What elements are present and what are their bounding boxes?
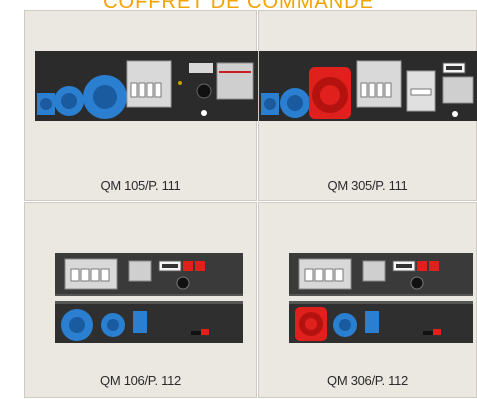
screw-icon — [178, 81, 182, 85]
product-card-qm106[interactable]: QM 106/P. 112 — [24, 202, 257, 398]
switch-icon — [191, 331, 201, 335]
control-box-illustration — [55, 253, 243, 343]
product-card-qm105[interactable]: QM 105/P. 111 — [24, 10, 258, 201]
indicator-icon — [452, 111, 458, 117]
product-label: QM 305/P. 111 — [327, 178, 408, 193]
knob-icon — [410, 276, 424, 290]
relay-block — [128, 260, 152, 282]
product-label: QM 105/P. 111 — [100, 178, 181, 193]
warning-icon — [429, 261, 439, 271]
relay-block — [216, 62, 254, 100]
product-card-qm306[interactable]: QM 306/P. 112 — [258, 202, 477, 398]
product-card-qm305[interactable]: QM 305/P. 111 — [258, 10, 477, 201]
warning-icon — [417, 261, 427, 271]
product-label: QM 306/P. 112 — [327, 373, 408, 388]
warning-icon — [195, 261, 205, 271]
control-box-illustration — [289, 253, 473, 343]
warning-icon — [183, 261, 193, 271]
knob-icon — [196, 83, 212, 99]
switch-icon — [423, 331, 433, 335]
product-grid: QM 105/P. 111 QM 305/P. 111 QM 106/P. 11… — [24, 10, 477, 398]
indicator-icon — [201, 110, 207, 116]
product-label: QM 106/P. 112 — [100, 373, 181, 388]
control-box-illustration — [259, 51, 477, 121]
relay-block — [362, 260, 386, 282]
terminal-block — [189, 63, 213, 73]
control-box-illustration — [35, 51, 258, 121]
small-socket-icon — [365, 311, 379, 333]
relay-block — [442, 76, 474, 104]
knob-icon — [176, 276, 190, 290]
small-socket-icon — [133, 311, 147, 333]
